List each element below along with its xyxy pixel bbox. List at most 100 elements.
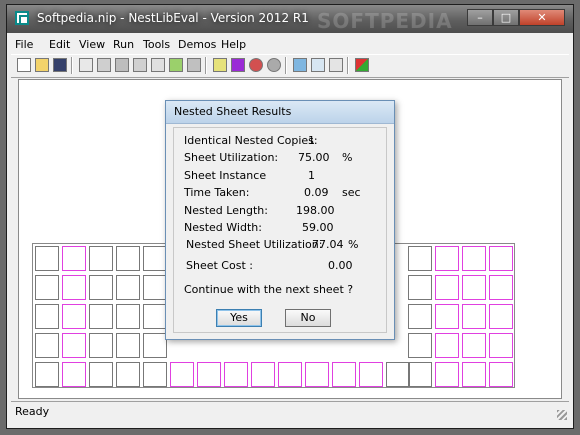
nested-part	[489, 246, 513, 271]
yes-button[interactable]: Yes	[216, 309, 262, 327]
open-icon[interactable]	[35, 58, 49, 72]
nested-part	[489, 304, 513, 329]
download-icon[interactable]	[213, 58, 227, 72]
tile-icon[interactable]	[311, 58, 325, 72]
grid-cell	[89, 362, 113, 387]
sheet-icon[interactable]	[151, 58, 165, 72]
nested-part	[462, 246, 486, 271]
grid-cell	[116, 333, 140, 358]
nested-part	[62, 362, 86, 387]
grid-cell	[89, 333, 113, 358]
nested-part	[332, 362, 356, 387]
record-icon[interactable]	[267, 58, 281, 72]
menu-help[interactable]: Help	[221, 38, 246, 51]
grid-cell	[35, 362, 59, 387]
maximize-button[interactable]: □	[493, 9, 519, 26]
dialog-title: Nested Sheet Results	[174, 105, 292, 118]
toolbar	[11, 54, 569, 78]
new-icon[interactable]	[17, 58, 31, 72]
zoom-icon[interactable]	[293, 58, 307, 72]
menu-demos[interactable]: Demos	[178, 38, 216, 51]
dialog-title-bar[interactable]: Nested Sheet Results	[166, 101, 394, 124]
app-logo-icon	[15, 11, 29, 25]
nested-part	[435, 246, 459, 271]
result-row: Time Taken: 0.09 sec	[174, 186, 388, 202]
result-row: Identical Nested Copies: 1	[174, 134, 388, 150]
result-value: 1	[308, 134, 315, 147]
shrink-icon[interactable]	[329, 58, 343, 72]
result-value: 59.00	[302, 221, 334, 234]
result-label: Sheet Instance	[184, 169, 267, 182]
no-button[interactable]: No	[285, 309, 331, 327]
nested-part	[305, 362, 329, 387]
layout-icon[interactable]	[115, 58, 129, 72]
status-text: Ready	[15, 405, 50, 418]
status-bar: Ready	[11, 401, 569, 422]
menu-edit[interactable]: Edit	[49, 38, 70, 51]
result-row: Sheet Instance 1	[174, 169, 388, 185]
close-button[interactable]: ✕	[519, 9, 565, 26]
nested-part	[251, 362, 275, 387]
page-icon[interactable]	[79, 58, 93, 72]
grid-cell	[143, 246, 167, 271]
nested-part	[462, 304, 486, 329]
nested-sheet-results-dialog: Nested Sheet Results Identical Nested Co…	[165, 100, 395, 340]
result-label: Sheet Utilization:	[184, 151, 279, 164]
result-row: Sheet Utilization: 75.00 %	[174, 151, 388, 167]
result-row: Sheet Cost : 0.00	[174, 259, 388, 275]
grid-cell	[386, 362, 410, 387]
result-label: Identical Nested Copies:	[184, 134, 318, 147]
grid-cell	[408, 275, 432, 300]
result-row: Nested Sheet Utilization: 77.04 %	[174, 238, 388, 254]
title-bar[interactable]: Softpedia.nip - NestLibEval - Version 20…	[7, 5, 573, 33]
nested-part	[435, 275, 459, 300]
settings-icon[interactable]	[187, 58, 201, 72]
resize-grip-icon[interactable]	[557, 410, 567, 420]
nested-part	[224, 362, 248, 387]
result-value: 198.00	[296, 204, 335, 217]
grid-cell	[408, 246, 432, 271]
nest-icon[interactable]	[133, 58, 147, 72]
menu-run[interactable]: Run	[113, 38, 134, 51]
menu-file[interactable]: File	[15, 38, 33, 51]
copy-pages-icon[interactable]	[97, 58, 111, 72]
nested-part	[489, 333, 513, 358]
color-part-icon[interactable]	[169, 58, 183, 72]
grid-cell	[35, 246, 59, 271]
grid-cell	[89, 275, 113, 300]
result-row: Nested Length: 198.00	[174, 204, 388, 220]
grid-cell	[143, 333, 167, 358]
nested-part	[435, 304, 459, 329]
menu-view[interactable]: View	[79, 38, 105, 51]
result-value: 1	[308, 169, 315, 182]
nested-part	[62, 246, 86, 271]
play-icon[interactable]	[231, 58, 245, 72]
grid-cell	[35, 275, 59, 300]
result-label: Nested Sheet Utilization:	[186, 238, 323, 251]
result-unit: %	[342, 151, 353, 164]
nested-part	[489, 275, 513, 300]
toolbar-separator	[285, 57, 287, 74]
result-unit: %	[348, 238, 359, 251]
nested-part	[359, 362, 383, 387]
nested-part	[62, 333, 86, 358]
result-value: 0.09	[304, 186, 329, 199]
minimize-button[interactable]: –	[467, 9, 493, 26]
nested-part	[489, 362, 513, 387]
nested-part	[197, 362, 221, 387]
grid-cell	[116, 304, 140, 329]
nested-part	[170, 362, 194, 387]
result-row: Nested Width: 59.00	[174, 221, 388, 237]
grid-cell	[89, 246, 113, 271]
nested-part	[462, 275, 486, 300]
save-icon[interactable]	[53, 58, 67, 72]
toolbar-separator	[205, 57, 207, 74]
stop-icon[interactable]	[249, 58, 263, 72]
grid-cell	[408, 362, 432, 387]
menu-tools[interactable]: Tools	[143, 38, 170, 51]
palette-icon[interactable]	[355, 58, 369, 72]
result-value: 75.00	[298, 151, 330, 164]
toolbar-separator	[347, 57, 349, 74]
nested-part	[435, 333, 459, 358]
toolbar-separator	[71, 57, 73, 74]
